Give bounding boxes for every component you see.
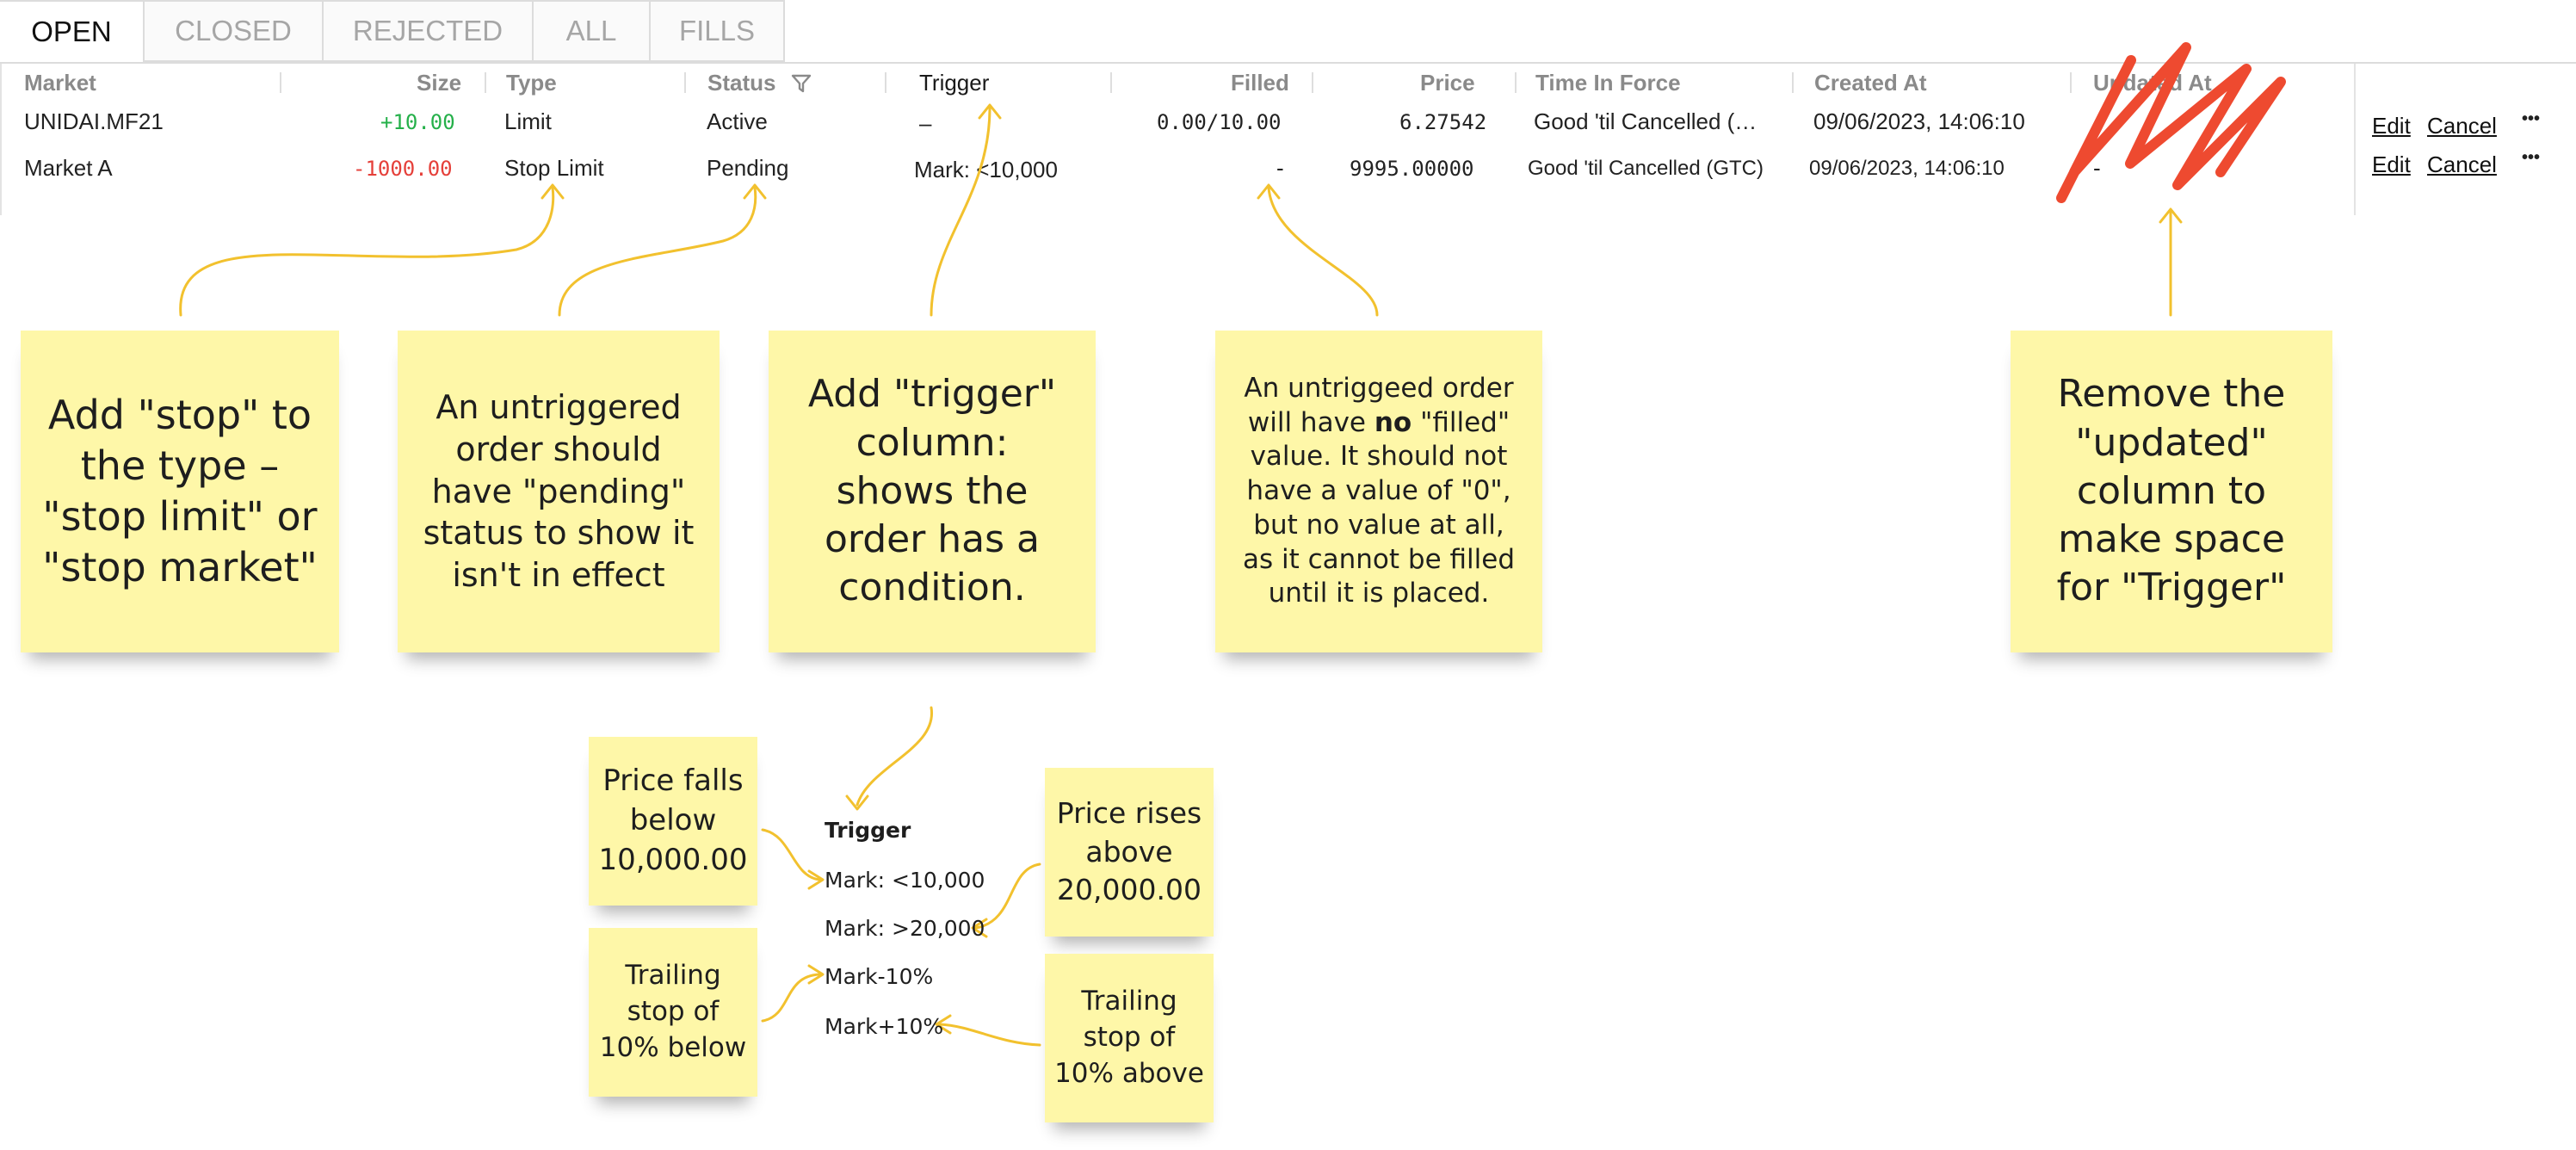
note-line: for "Trigger" xyxy=(2056,566,2287,610)
note-line: until it is placed. xyxy=(1268,578,1490,609)
note-line: "stop limit" or xyxy=(42,493,318,540)
sticky-note-pending-status: An untriggered order should have "pendin… xyxy=(398,331,720,652)
trigger-example-heading: Trigger xyxy=(825,818,911,843)
note-line: make space xyxy=(2058,517,2285,562)
note-line: as it cannot be filled xyxy=(1242,543,1516,575)
note-line: Add "trigger" xyxy=(807,372,1057,417)
note-line: Price rises xyxy=(1056,796,1202,831)
note-line: below xyxy=(629,803,717,838)
note-line: isn't in effect xyxy=(452,555,665,594)
note-line: An untriggered xyxy=(436,388,682,427)
note-line: 10% above xyxy=(1054,1057,1204,1089)
note-line: stop of xyxy=(627,996,720,1028)
trigger-example-item: Mark: >20,000 xyxy=(825,916,985,941)
note-line: shows the xyxy=(836,468,1029,513)
scribble-crossout xyxy=(2056,42,2286,203)
note-line: condition. xyxy=(838,566,1026,610)
note-line: column to xyxy=(2076,468,2267,513)
note-text: will have xyxy=(1247,406,1374,438)
note-line: the type – xyxy=(80,442,280,490)
note-line: order has a xyxy=(824,517,1041,562)
sticky-note-trailing-above: Trailing stop of 10% above xyxy=(1045,954,1214,1122)
note-line: 10,000.00 xyxy=(598,842,748,877)
note-line: An untriggeed order xyxy=(1244,373,1514,405)
note-line: value. It should not xyxy=(1250,441,1508,473)
note-line: Add "stop" to xyxy=(47,392,312,439)
note-line: Trailing xyxy=(1081,986,1177,1017)
note-line: Trailing xyxy=(625,960,721,992)
note-line: will have no "filled" xyxy=(1243,406,1515,441)
trigger-example-item: Mark+10% xyxy=(825,1014,944,1039)
note-line: order should xyxy=(455,430,662,469)
sticky-note-price-rises: Price rises above 20,000.00 xyxy=(1045,768,1214,937)
note-line: status to show it xyxy=(423,514,695,553)
note-line: "updated" xyxy=(2075,420,2268,465)
note-line: but no value at all, xyxy=(1253,509,1504,541)
note-line: have a value of "0", xyxy=(1246,475,1511,507)
note-line: stop of xyxy=(1083,1022,1176,1054)
sticky-note-remove-updated: Remove the "updated" column to make spac… xyxy=(2011,331,2332,652)
sticky-note-filled-value: An untriggeed order will have no "filled… xyxy=(1215,331,1542,652)
sticky-note-price-falls: Price falls below 10,000.00 xyxy=(589,737,757,906)
note-line: Price falls xyxy=(602,764,744,799)
note-line: 20,000.00 xyxy=(1057,873,1202,907)
sticky-note-trigger-column: Add "trigger" column: shows the order ha… xyxy=(769,331,1096,652)
note-line: 10% below xyxy=(599,1031,747,1063)
sticky-note-stop-type: Add "stop" to the type – "stop limit" or… xyxy=(21,331,339,652)
trigger-example-item: Mark: <10,000 xyxy=(825,868,985,893)
note-line: column: xyxy=(856,420,1009,465)
note-bold-text: no xyxy=(1374,406,1412,438)
note-line: "stop market" xyxy=(42,543,318,590)
note-line: above xyxy=(1085,834,1173,869)
note-line: have "pending" xyxy=(431,472,686,510)
trigger-example-item: Mark-10% xyxy=(825,964,934,989)
sticky-note-trailing-below: Trailing stop of 10% below xyxy=(589,928,757,1097)
note-text: "filled" xyxy=(1412,406,1510,438)
note-line: Remove the xyxy=(2057,372,2286,417)
